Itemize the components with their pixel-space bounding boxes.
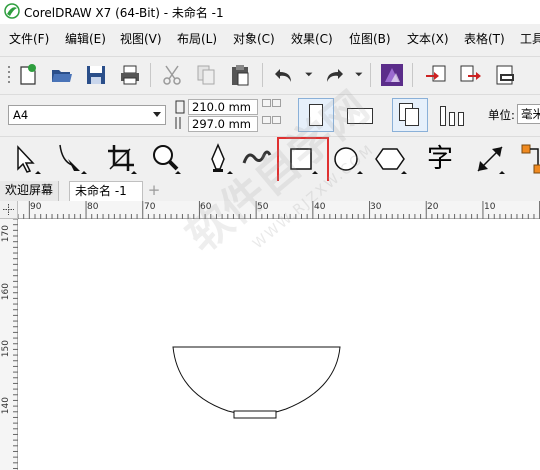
paste-icon[interactable]: [228, 63, 252, 87]
zoom-tool-icon[interactable]: [148, 141, 184, 177]
vertical-ruler[interactable]: 170 160 150 140: [0, 219, 18, 470]
save-icon[interactable]: [84, 63, 108, 87]
ruler-label: 20: [427, 202, 439, 212]
ruler-label: 70: [144, 202, 156, 212]
width-spin-up[interactable]: [272, 99, 281, 107]
menu-effects[interactable]: 效果(C): [291, 26, 333, 47]
coreldraw-logo-icon: [4, 3, 20, 19]
units-select[interactable]: 毫米: [517, 104, 540, 124]
menu-edit[interactable]: 编辑(E): [65, 26, 106, 47]
ruler-label: 160: [1, 283, 11, 301]
toolbar-separator: [150, 63, 151, 87]
ruler-label: 10: [484, 202, 496, 212]
current-page-button[interactable]: [436, 98, 472, 132]
property-bar: A4 210.0 mm 297.0 mm 单位: 毫米: [0, 94, 540, 135]
title-bar: CorelDRAW X7 (64-Bit) - 未命名 -1: [0, 0, 540, 24]
menu-table[interactable]: 表格(T): [464, 26, 505, 47]
ruler-label: 170: [1, 225, 11, 243]
paper-size-value: A4: [13, 108, 29, 122]
height-spin-down[interactable]: [262, 116, 271, 124]
menu-layout[interactable]: 布局(L): [177, 26, 217, 47]
menu-tools[interactable]: 工具: [520, 26, 540, 47]
ruler-label: 150: [1, 340, 11, 358]
all-pages-button[interactable]: [392, 98, 428, 132]
toolbar-separator: [370, 63, 371, 87]
standard-toolbar: [0, 56, 540, 93]
add-tab-button[interactable]: +: [146, 183, 162, 199]
export-pdf-icon[interactable]: [494, 63, 518, 87]
ruler-label: 80: [87, 202, 99, 212]
page-width-icon: [175, 100, 185, 114]
ruler-origin-icon: [3, 204, 14, 215]
crop-tool-icon[interactable]: [104, 141, 140, 177]
dimension-tool-icon[interactable]: [472, 141, 508, 177]
shape-tool-icon[interactable]: [54, 141, 90, 177]
menu-file[interactable]: 文件(F): [9, 26, 49, 47]
toolbar-separator: [262, 63, 263, 87]
ruler-label: 90: [30, 202, 42, 212]
tab-welcome-screen[interactable]: 欢迎屏幕: [0, 181, 60, 201]
search-content-icon[interactable]: [380, 63, 404, 87]
ruler-label: 30: [370, 202, 382, 212]
menu-bitmap[interactable]: 位图(B): [349, 26, 391, 47]
connector-tool-icon[interactable]: [518, 141, 540, 177]
paper-size-select[interactable]: A4: [8, 105, 166, 125]
menu-object[interactable]: 对象(C): [233, 26, 275, 47]
pick-tool-icon[interactable]: [8, 141, 44, 177]
page-height-field[interactable]: 297.0 mm: [188, 116, 258, 132]
tab-document[interactable]: 未命名 -1: [69, 181, 143, 201]
menu-text[interactable]: 文本(X): [407, 26, 449, 47]
undo-icon[interactable]: [272, 63, 296, 87]
ruler-label: 140: [1, 397, 11, 415]
window-title: CorelDRAW X7 (64-Bit) - 未命名 -1: [24, 6, 224, 20]
bowl-drawing[interactable]: [18, 219, 540, 470]
width-spin-down[interactable]: [262, 99, 271, 107]
redo-dropdown-icon[interactable]: [348, 63, 372, 87]
undo-dropdown-icon[interactable]: [298, 63, 322, 87]
text-tool-icon[interactable]: 字: [422, 141, 458, 177]
import-icon[interactable]: [424, 63, 448, 87]
export-icon[interactable]: [458, 63, 482, 87]
units-label: 单位:: [488, 108, 515, 122]
polygon-tool-icon[interactable]: [374, 141, 410, 177]
menu-view[interactable]: 视图(V): [120, 26, 162, 47]
drawing-canvas[interactable]: [18, 219, 540, 470]
new-document-icon[interactable]: [16, 63, 40, 87]
ruler-origin-corner[interactable]: [0, 201, 18, 219]
open-folder-icon[interactable]: [50, 63, 74, 87]
cut-icon[interactable]: [160, 63, 184, 87]
toolbar-separator: [412, 63, 413, 87]
print-icon[interactable]: [118, 63, 142, 87]
copy-icon[interactable]: [194, 63, 218, 87]
page-height-icon: [175, 117, 181, 129]
menu-bar: 文件(F) 编辑(E) 视图(V) 布局(L) 对象(C) 效果(C) 位图(B…: [0, 26, 540, 50]
page-width-field[interactable]: 210.0 mm: [188, 99, 258, 115]
chevron-down-icon: [153, 112, 161, 117]
